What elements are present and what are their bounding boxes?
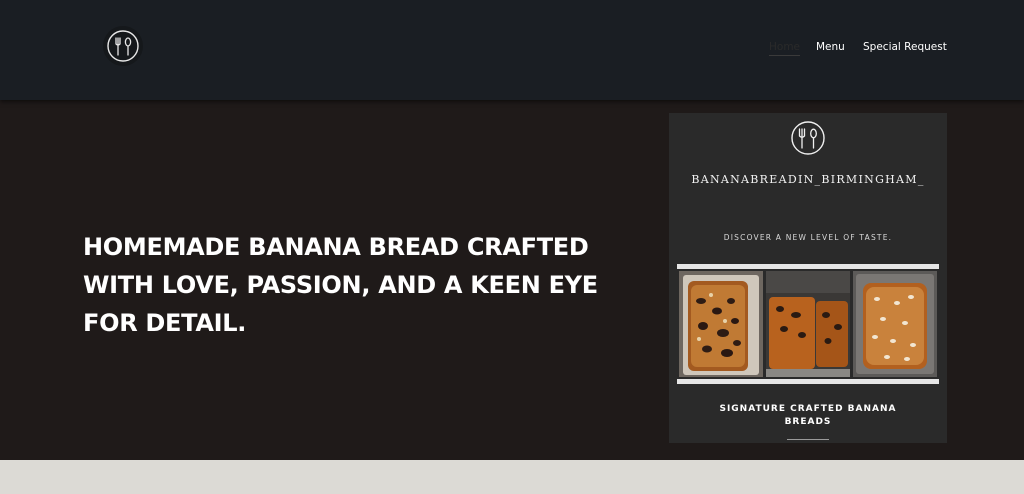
card-caption: SIGNATURE CRAFTED BANANA BREADS — [719, 404, 897, 427]
banana-bread-chocolate-photo — [679, 271, 763, 377]
divider — [787, 439, 829, 440]
main-nav: Home Menu Special Request — [0, 39, 1024, 57]
next-section-band — [0, 460, 1024, 494]
hero-headline: HOMEMADE BANANA BREAD CRAFTED WITH LOVE,… — [83, 233, 598, 337]
nav-menu[interactable]: Menu — [816, 39, 845, 55]
banana-bread-almond-photo — [853, 271, 937, 377]
card-tagline: DISCOVER A NEW LEVEL OF TASTE. — [723, 233, 893, 242]
promo-card: BANANABREADIN_BIRMINGHAM_ DISCOVER A NEW… — [669, 113, 947, 443]
nav-special-request[interactable]: Special Request — [863, 39, 947, 55]
fork-spoon-icon — [791, 121, 825, 155]
photo-strip — [677, 264, 939, 384]
nav-home[interactable]: Home — [769, 39, 801, 56]
hero-section: HOMEMADE BANANA BREAD CRAFTED WITH LOVE,… — [0, 100, 1024, 460]
banana-bread-loaves-photo — [766, 271, 850, 377]
instagram-handle: BANANABREADIN_BIRMINGHAM_ — [691, 173, 925, 186]
site-header: Home Menu Special Request — [0, 0, 1024, 100]
